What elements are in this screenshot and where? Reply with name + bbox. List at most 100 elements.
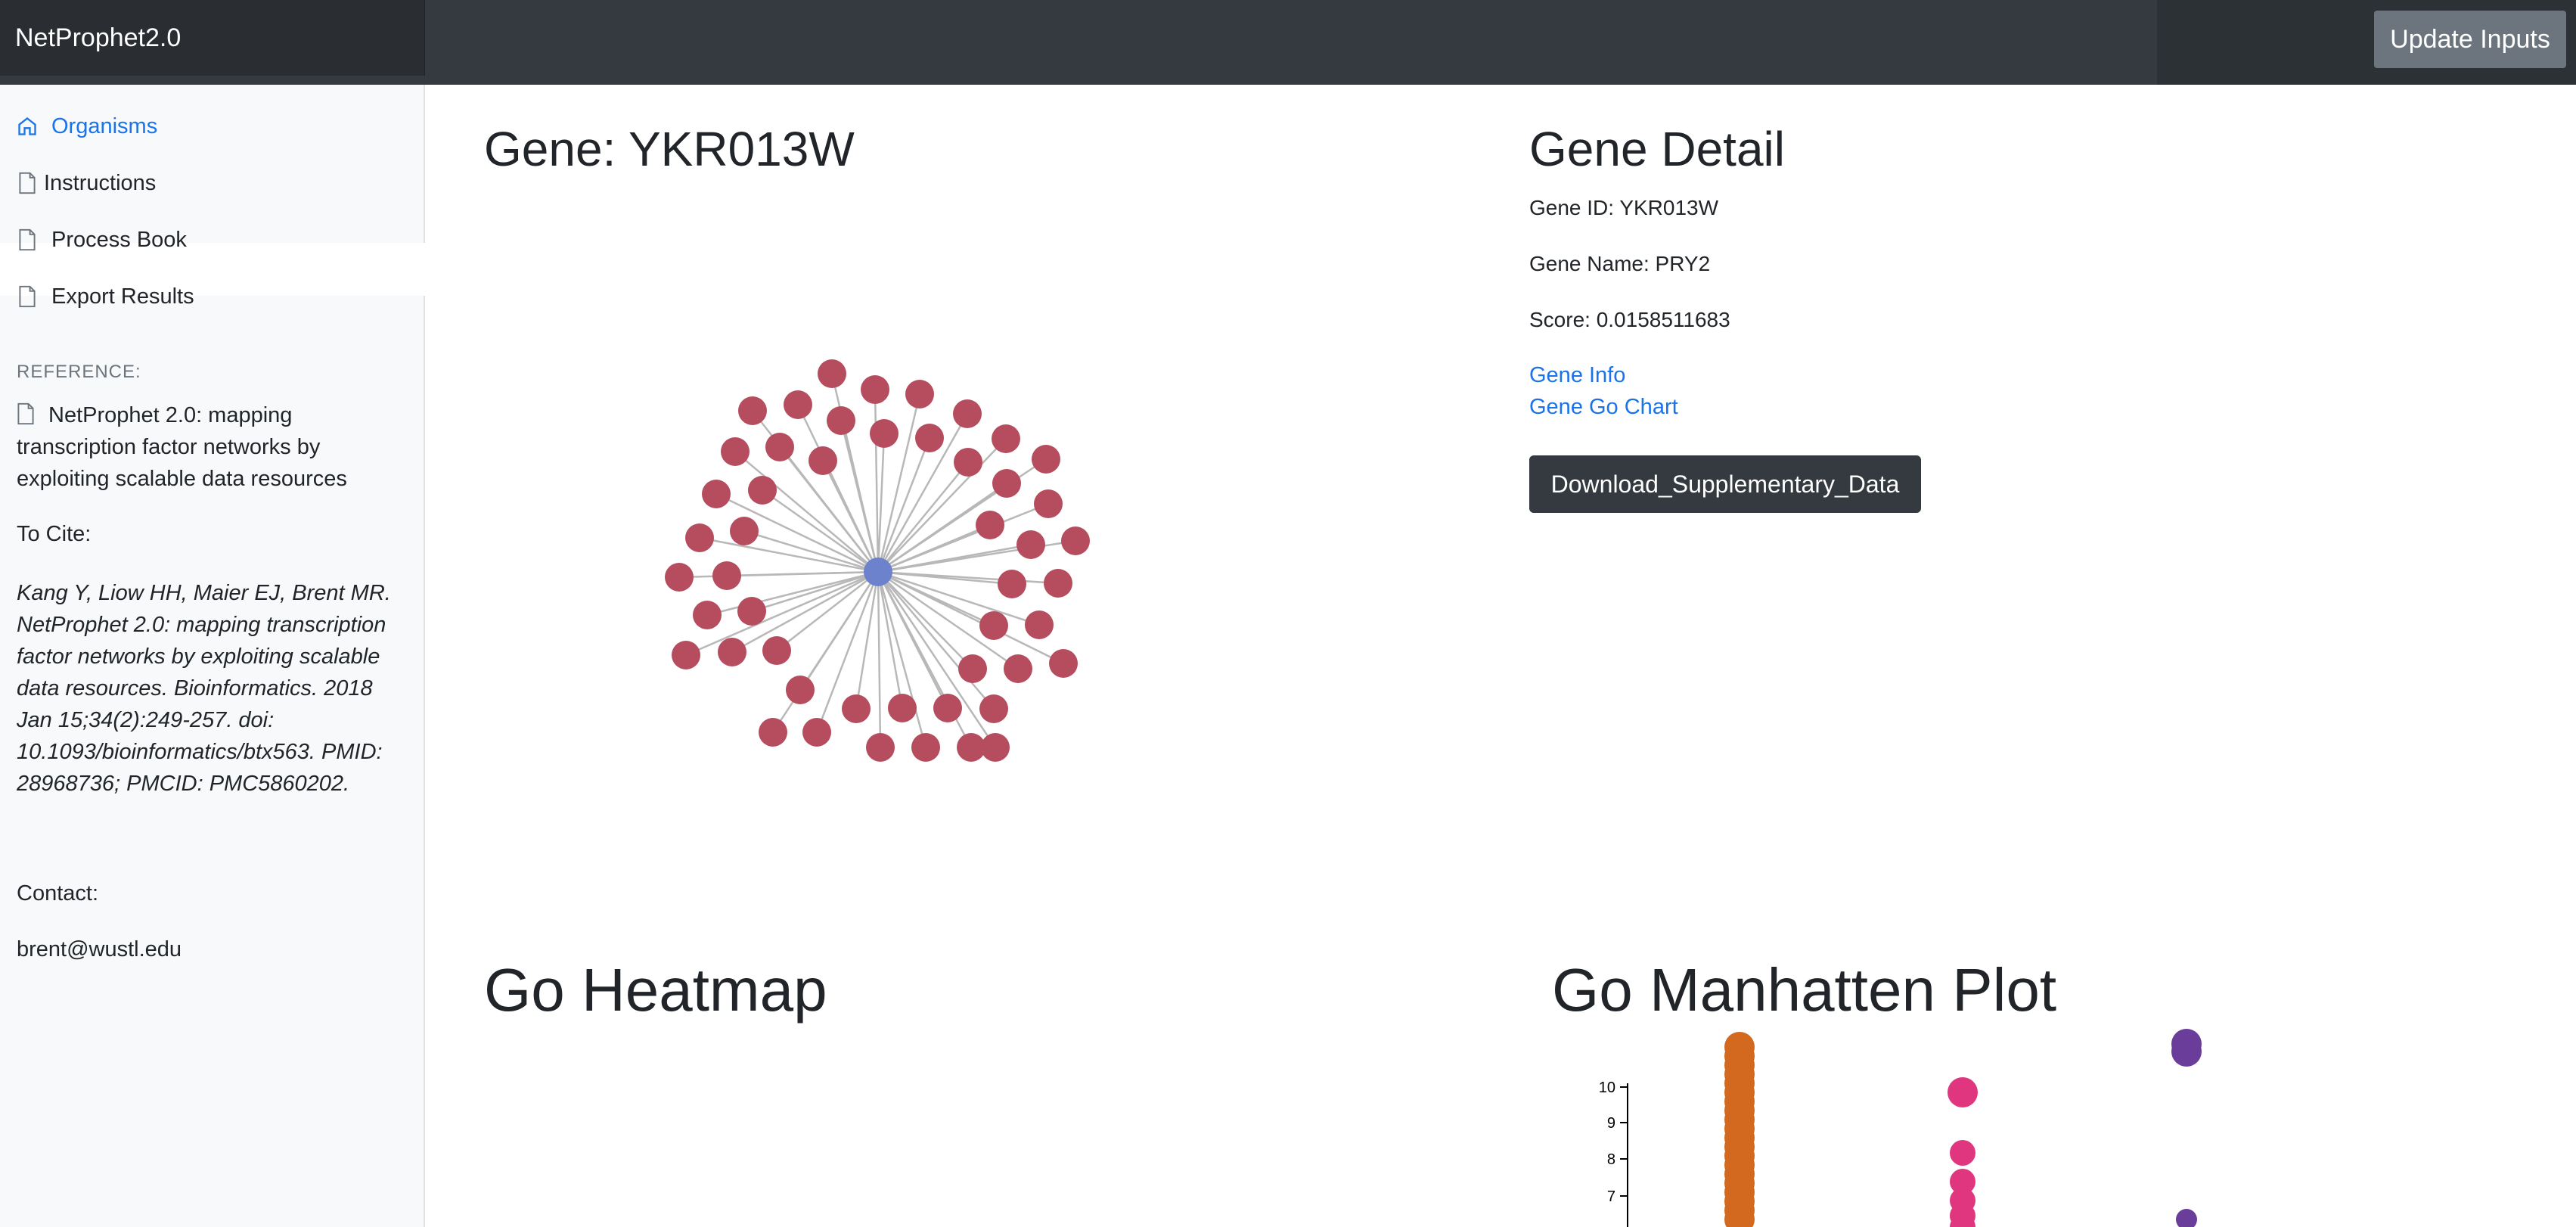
network-node[interactable] <box>976 511 1004 539</box>
network-node[interactable] <box>979 611 1008 640</box>
y-tick-label: 7 <box>1607 1188 1615 1205</box>
network-edge <box>821 460 880 573</box>
y-tick-label: 10 <box>1599 1079 1615 1096</box>
go-manhattan-plot[interactable]: 10 9 8 7 <box>1581 1029 2261 1227</box>
network-node[interactable] <box>1025 610 1054 639</box>
gene-go-chart-link[interactable]: Gene Go Chart <box>1529 395 1678 420</box>
top-navbar: NetProphet2.0 Update Inputs <box>0 0 2576 85</box>
network-node[interactable] <box>786 676 815 704</box>
network-node[interactable] <box>672 641 700 669</box>
network-node[interactable] <box>958 654 987 683</box>
download-supplementary-button[interactable]: Download_Supplementary_Data <box>1529 455 1921 513</box>
home-icon <box>17 113 38 139</box>
network-edge <box>771 571 880 733</box>
cite-heading: To Cite: <box>17 522 92 546</box>
gene-score: Score: 0.0158511683 <box>1529 308 1730 331</box>
network-edge <box>877 461 969 573</box>
network-node[interactable] <box>953 399 982 428</box>
network-node[interactable] <box>981 733 1010 762</box>
network-node[interactable] <box>718 638 746 666</box>
network-node[interactable] <box>1016 530 1045 559</box>
go-heatmap-title: Go Heatmap <box>484 956 827 1024</box>
network-node[interactable] <box>748 476 777 505</box>
network-edge <box>877 570 995 627</box>
reference-link[interactable]: NetProphet 2.0: mapping transcription fa… <box>17 399 410 495</box>
network-edge <box>877 571 927 748</box>
sidebar-item-instructions[interactable]: Instructions <box>17 164 156 202</box>
network-node[interactable] <box>957 733 985 762</box>
y-tick-label: 8 <box>1607 1151 1615 1168</box>
network-node[interactable] <box>1032 445 1060 474</box>
network-edge <box>877 571 997 748</box>
network-node[interactable] <box>998 570 1026 598</box>
network-node[interactable] <box>992 424 1020 453</box>
network-node[interactable] <box>808 446 837 475</box>
network-center-node[interactable] <box>864 558 892 586</box>
network-node[interactable] <box>759 718 787 747</box>
network-node[interactable] <box>693 601 722 629</box>
gene-info-link[interactable]: Gene Info <box>1529 363 1625 388</box>
sidebar-item-label: Export Results <box>51 284 194 309</box>
update-inputs-button[interactable]: Update Inputs <box>2374 11 2566 68</box>
network-node[interactable] <box>954 448 982 477</box>
y-tick-label: 9 <box>1607 1115 1615 1132</box>
network-node[interactable] <box>1004 654 1032 683</box>
network-node[interactable] <box>802 718 831 747</box>
network-node[interactable] <box>905 380 934 408</box>
network-edge <box>877 571 995 710</box>
network-edge <box>815 571 880 733</box>
network-edge <box>874 389 880 573</box>
network-node[interactable] <box>730 517 759 545</box>
network-node[interactable] <box>1049 649 1078 678</box>
network-edge <box>877 570 1019 670</box>
network-edge <box>743 530 879 573</box>
manhattan-point[interactable] <box>1948 1077 1978 1107</box>
network-edge <box>776 571 879 651</box>
network-node[interactable] <box>784 390 812 419</box>
sidebar-item-organisms[interactable]: Organisms <box>17 107 157 145</box>
network-node[interactable] <box>721 437 750 466</box>
network-node[interactable] <box>888 694 917 722</box>
reference-heading: REFERENCE: <box>17 362 141 382</box>
network-node[interactable] <box>737 597 766 626</box>
sidebar-item-export-results[interactable]: Export Results <box>17 278 194 315</box>
network-edge <box>734 451 879 573</box>
network-node[interactable] <box>979 694 1008 723</box>
network-node[interactable] <box>866 733 895 762</box>
sidebar-item-process-book[interactable]: Process Book <box>17 221 187 259</box>
network-node[interactable] <box>911 733 940 762</box>
network-node[interactable] <box>827 406 855 435</box>
network-node[interactable] <box>685 523 714 552</box>
network-node[interactable] <box>915 424 944 452</box>
network-node[interactable] <box>933 694 962 722</box>
network-edge <box>877 571 882 748</box>
manhattan-point[interactable] <box>2171 1036 2202 1067</box>
network-node[interactable] <box>665 563 694 592</box>
manhattan-point[interactable] <box>2176 1209 2197 1227</box>
manhattan-points <box>1724 1029 2202 1227</box>
network-edge <box>877 438 1007 573</box>
network-node[interactable] <box>818 359 846 388</box>
network-edge <box>715 492 879 573</box>
network-edge <box>752 410 879 573</box>
network-edge <box>877 393 921 573</box>
network-node[interactable] <box>765 433 794 461</box>
network-node[interactable] <box>870 419 898 448</box>
network-node[interactable] <box>861 375 889 404</box>
network-node[interactable] <box>738 396 767 425</box>
network-node[interactable] <box>992 469 1021 498</box>
manhattan-point[interactable] <box>1950 1140 1975 1166</box>
network-node[interactable] <box>842 694 871 723</box>
network-edge <box>877 458 1047 573</box>
gene-id: Gene ID: YKR013W <box>1529 196 1719 219</box>
network-edge <box>877 570 1013 586</box>
network-node[interactable] <box>1061 527 1090 555</box>
brand-title[interactable]: NetProphet2.0 <box>0 0 425 76</box>
network-edge <box>877 482 1007 573</box>
network-node[interactable] <box>712 561 741 590</box>
network-node[interactable] <box>1034 489 1063 518</box>
network-node[interactable] <box>762 636 791 665</box>
network-node[interactable] <box>1044 569 1072 598</box>
network-node[interactable] <box>702 480 731 508</box>
network-edge <box>685 570 879 657</box>
